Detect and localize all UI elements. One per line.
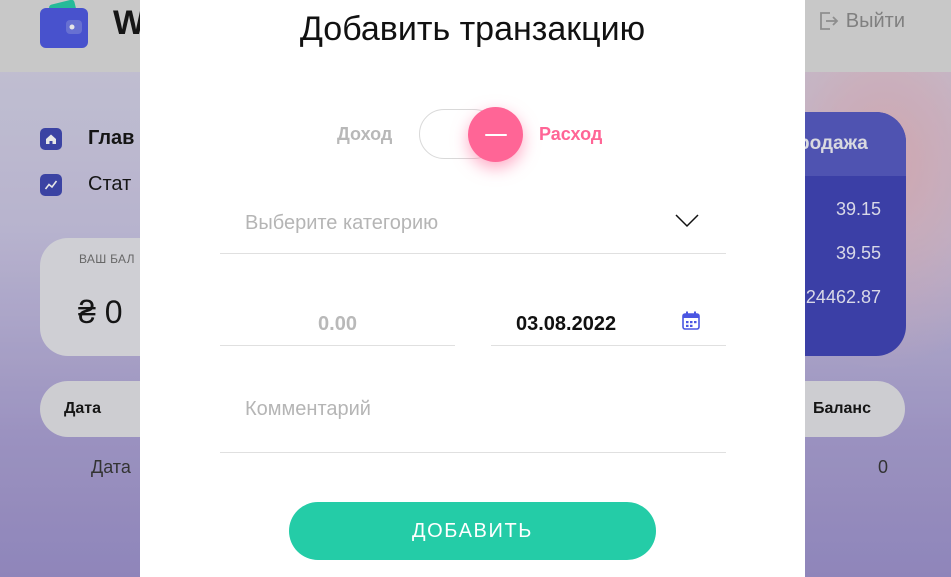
comment-placeholder: Комментарий bbox=[245, 398, 371, 420]
date-value: 03.08.2022 bbox=[516, 313, 617, 335]
comment-input[interactable]: Комментарий bbox=[220, 382, 726, 453]
chevron-down-icon bbox=[675, 214, 699, 228]
modal-title: Добавить транзакцию bbox=[299, 10, 646, 48]
add-transaction-modal: Добавить транзакцию Доход Расход Выберит… bbox=[140, 0, 805, 577]
amount-placeholder: 0.00 bbox=[318, 313, 357, 335]
category-placeholder: Выберите категорию bbox=[245, 212, 439, 234]
calendar-icon[interactable] bbox=[682, 311, 700, 330]
toggle-income-label[interactable]: Доход bbox=[337, 124, 392, 145]
date-input[interactable]: 03.08.2022 bbox=[491, 300, 726, 346]
amount-input[interactable]: 0.00 bbox=[220, 300, 455, 346]
add-button[interactable]: ДОБАВИТЬ bbox=[289, 502, 656, 560]
toggle-expense-label[interactable]: Расход bbox=[539, 124, 602, 145]
minus-icon[interactable] bbox=[468, 107, 523, 162]
category-select[interactable]: Выберите категорию bbox=[220, 200, 726, 254]
